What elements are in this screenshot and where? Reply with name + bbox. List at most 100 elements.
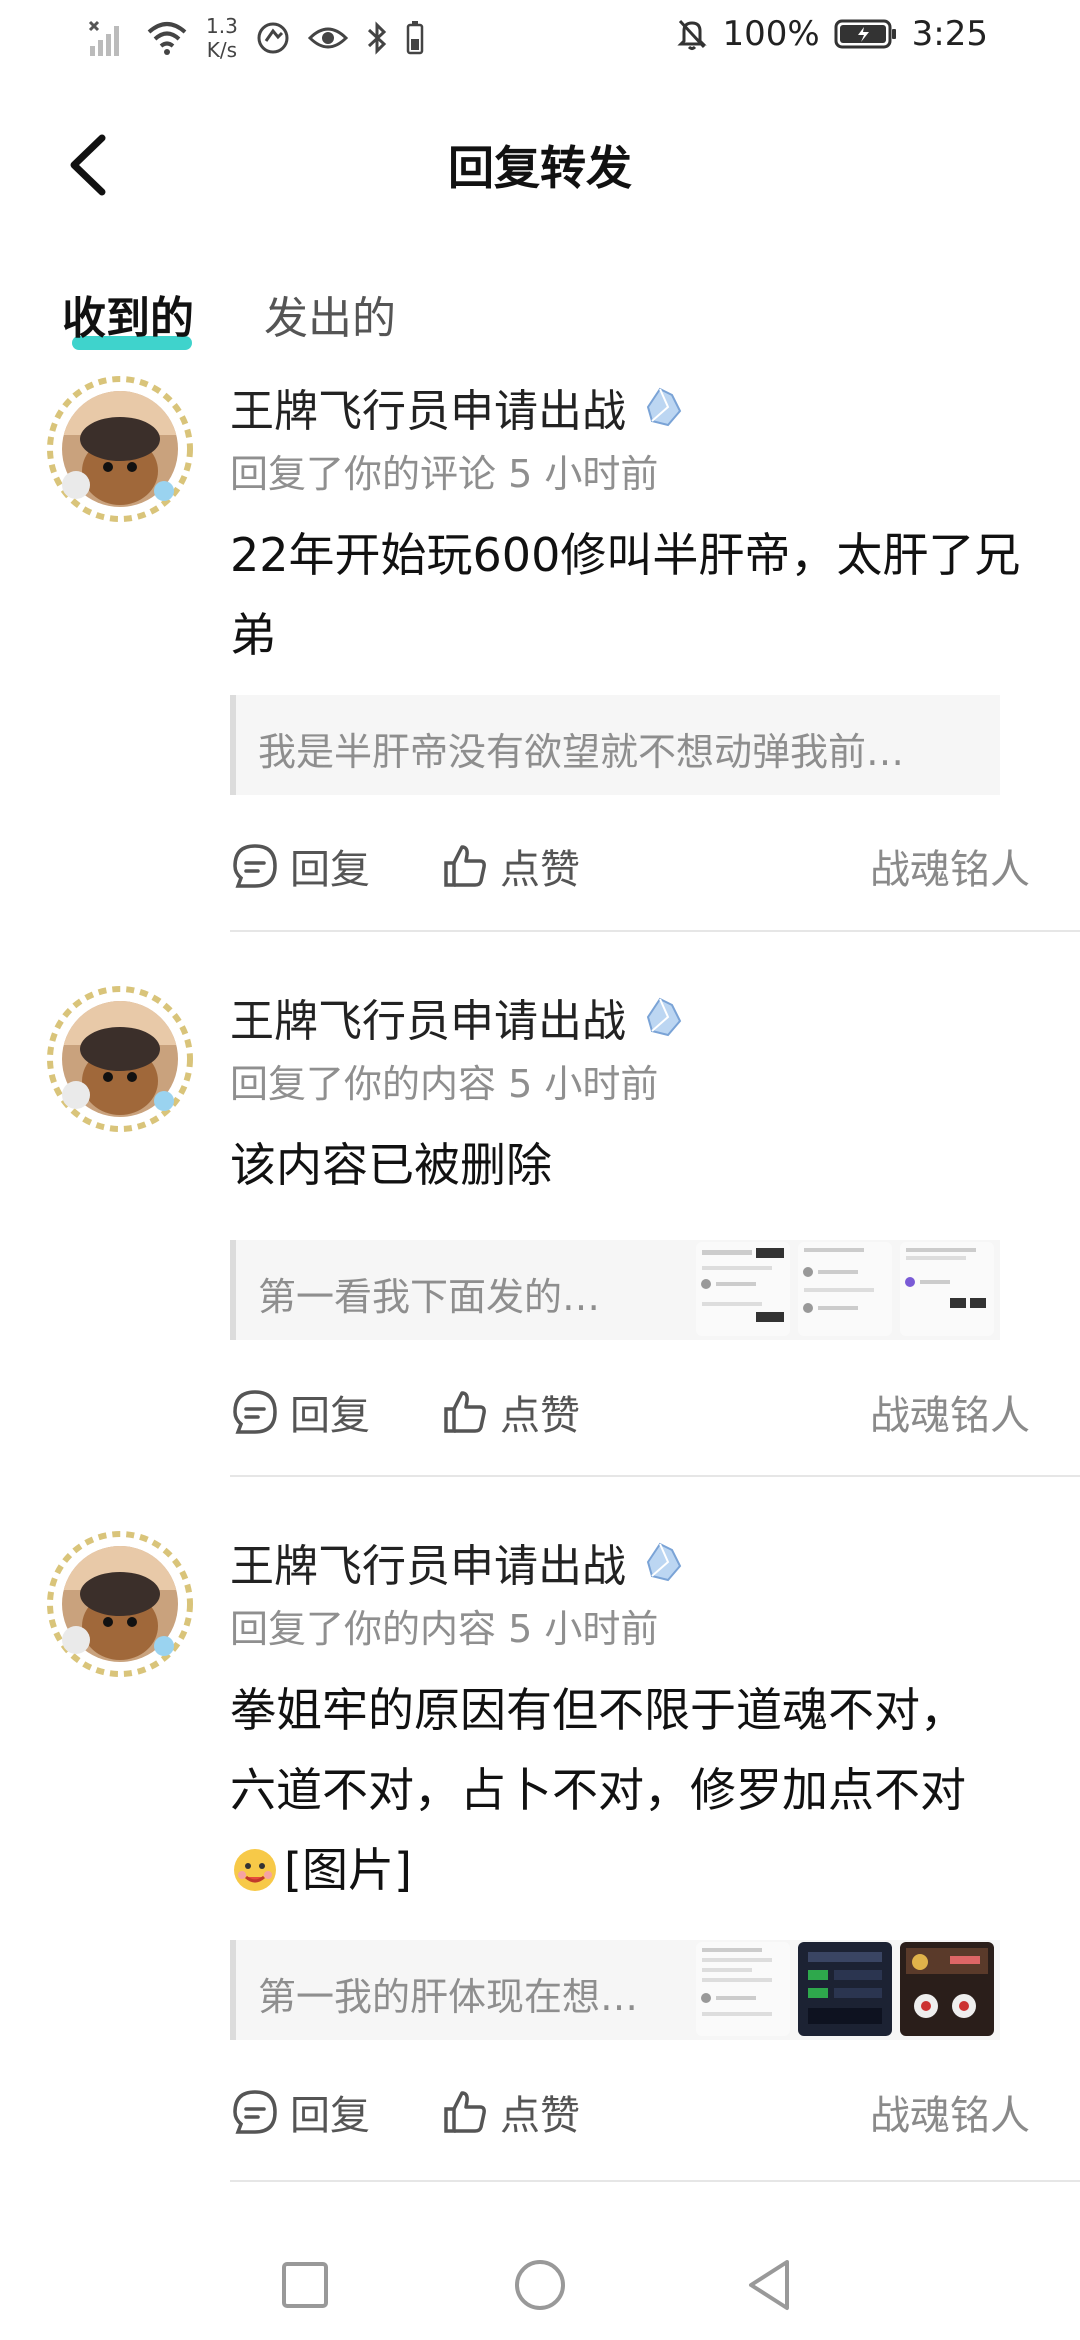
quote-text: 我是半肝帝没有欲望就不想动弹我前… [258, 730, 905, 774]
reply-content: 该内容已被删除 [230, 1125, 1030, 1205]
vertical-battery-icon [406, 21, 424, 55]
content-line: 弟 [230, 608, 276, 662]
home-icon[interactable] [505, 2250, 575, 2320]
source-game[interactable]: 战魂铭人 [870, 837, 1030, 895]
emoji-icon [234, 1849, 276, 1891]
badge-icon [646, 387, 682, 427]
author-row: 王牌飞行员申请出战 [230, 985, 690, 1049]
eye-icon [307, 27, 348, 49]
author-name[interactable]: 王牌飞行员申请出战 [230, 1530, 626, 1594]
back-nav-icon[interactable] [735, 2250, 805, 2320]
badge-icon [646, 997, 682, 1037]
reply-button[interactable]: 回复 [230, 837, 370, 895]
battery-percent: 100% [722, 14, 820, 54]
thumbnail-image [798, 1942, 892, 2036]
reply-time: 5 小时前 [508, 452, 659, 496]
status-bar: 1.3 K/s 100% 3:25 [0, 0, 1080, 84]
reply-meta: 回复了你的内容 5 小时前 [230, 1053, 658, 1108]
reply-button[interactable]: 回复 [230, 2083, 370, 2141]
reply-action: 回复了你的内容 [230, 1607, 497, 1651]
reply-time: 5 小时前 [508, 1607, 659, 1651]
like-label: 点赞 [500, 2093, 580, 2139]
app-notification-icon [257, 22, 289, 54]
badge-icon [646, 1542, 682, 1582]
battery-charging-icon [834, 19, 896, 49]
reply-meta: 回复了你的评论 5 小时前 [230, 443, 658, 498]
quote-thumbnails [696, 1942, 994, 2036]
thumbs-up-icon [444, 1391, 486, 1433]
author-name[interactable]: 王牌飞行员申请出战 [230, 375, 626, 439]
status-left: 1.3 K/s [88, 14, 424, 62]
tab-sent[interactable]: 发出的 [264, 282, 396, 346]
like-label: 点赞 [500, 847, 580, 893]
no-signal-icon [88, 20, 119, 56]
author-row: 王牌飞行员申请出战 [230, 375, 690, 439]
quoted-comment[interactable]: 第一看我下面发的… [230, 1240, 1000, 1340]
thumbnail-image [696, 1942, 790, 2036]
speed-unit: K/s [206, 38, 238, 62]
source-game[interactable]: 战魂铭人 [870, 2083, 1030, 2141]
reply-meta: 回复了你的内容 5 小时前 [230, 1598, 658, 1653]
action-bar: 回复 点赞 战魂铭人 [230, 1383, 1030, 1443]
divider [230, 930, 1080, 932]
source-game[interactable]: 战魂铭人 [870, 1383, 1030, 1441]
quote-text: 第一我的肝体现在想… [258, 1975, 639, 2019]
tab-received-label: 收到的 [62, 293, 194, 344]
action-bar: 回复 点赞 战魂铭人 [230, 837, 1030, 897]
content-line: [图片] [230, 1830, 1030, 1910]
wifi-icon [147, 22, 187, 55]
network-speed: 1.3 K/s [206, 14, 238, 62]
user-avatar[interactable] [46, 375, 194, 523]
header: 回复转发 [0, 110, 1080, 220]
divider [230, 1475, 1080, 1477]
bluetooth-icon [367, 21, 386, 55]
tab-bar: 收到的 发出的 [62, 282, 396, 350]
quote-text: 第一看我下面发的… [258, 1275, 601, 1319]
reply-action: 回复了你的评论 [230, 452, 497, 496]
speed-value: 1.3 [206, 14, 238, 38]
clock: 3:25 [911, 14, 988, 54]
tab-sent-label: 发出的 [264, 293, 396, 344]
thumbnail-image [696, 1242, 790, 1336]
action-bar: 回复 点赞 战魂铭人 [230, 2083, 1030, 2143]
quoted-comment[interactable]: 我是半肝帝没有欲望就不想动弹我前… [230, 695, 1000, 795]
reply-action: 回复了你的内容 [230, 1062, 497, 1106]
content-line: 该内容已被删除 [230, 1138, 552, 1192]
thumbs-up-icon [444, 845, 486, 887]
thumbs-up-icon [444, 2091, 486, 2133]
page-title: 回复转发 [448, 141, 632, 195]
thumbnail-image [900, 1942, 994, 2036]
like-label: 点赞 [500, 1393, 580, 1439]
like-button[interactable]: 点赞 [440, 1383, 580, 1441]
tab-received[interactable]: 收到的 [62, 282, 194, 350]
reply-label: 回复 [290, 2093, 370, 2139]
comment-icon [233, 844, 277, 888]
divider [230, 2180, 1080, 2182]
recent-apps-icon[interactable] [270, 2250, 340, 2320]
reply-label: 回复 [290, 847, 370, 893]
comment-icon [233, 2090, 277, 2134]
status-right: 100% 3:25 [676, 14, 988, 54]
user-avatar[interactable] [46, 1530, 194, 1678]
user-avatar[interactable] [46, 985, 194, 1133]
author-row: 王牌飞行员申请出战 [230, 1530, 690, 1594]
like-button[interactable]: 点赞 [440, 837, 580, 895]
quote-thumbnails [696, 1242, 994, 1336]
like-button[interactable]: 点赞 [440, 2083, 580, 2141]
content-line: 六道不对，占卜不对，修罗加点不对 [230, 1763, 966, 1817]
reply-time: 5 小时前 [508, 1062, 659, 1106]
reply-label: 回复 [290, 1393, 370, 1439]
reply-button[interactable]: 回复 [230, 1383, 370, 1441]
thumbnail-image [900, 1242, 994, 1336]
author-name[interactable]: 王牌飞行员申请出战 [230, 985, 626, 1049]
muted-bell-icon [677, 19, 708, 50]
reply-content: 拳姐牢的原因有但不限于道魂不对， 六道不对，占卜不对，修罗加点不对 [图片] [230, 1670, 1030, 1910]
image-placeholder-text: [图片] [284, 1843, 412, 1897]
quoted-comment[interactable]: 第一我的肝体现在想… [230, 1940, 1000, 2040]
content-line: 22年开始玩600修叫半肝帝，太肝了兄 [230, 528, 1021, 582]
content-line: 拳姐牢的原因有但不限于道魂不对， [230, 1683, 966, 1737]
reply-content: 22年开始玩600修叫半肝帝，太肝了兄 弟 [230, 515, 1030, 675]
comment-icon [233, 1390, 277, 1434]
thumbnail-image [798, 1242, 892, 1336]
system-nav-bar [0, 2230, 1080, 2340]
